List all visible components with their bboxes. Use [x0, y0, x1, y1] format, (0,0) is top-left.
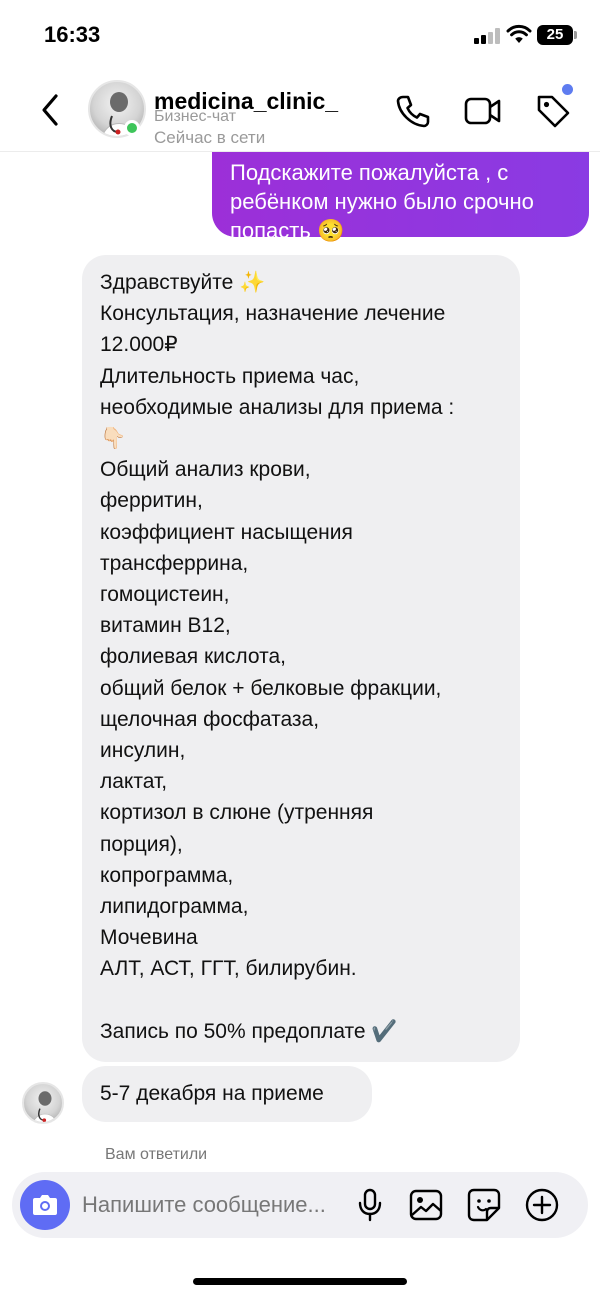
message-input[interactable]: Напишите сообщение... — [82, 1192, 326, 1218]
gallery-icon[interactable] — [408, 1187, 444, 1223]
incoming-message[interactable]: Здравствуйте ✨ Консультация, назначение … — [82, 255, 520, 1062]
microphone-icon[interactable] — [352, 1187, 388, 1223]
tag-icon[interactable] — [534, 92, 572, 130]
cellular-signal-icon — [474, 28, 500, 44]
plus-icon[interactable] — [524, 1187, 560, 1223]
incoming-message-short[interactable]: 5-7 декабря на приеме — [82, 1066, 372, 1122]
online-status-dot — [124, 120, 140, 136]
phone-icon[interactable] — [394, 92, 432, 130]
status-bar: 16:33 25 — [0, 0, 600, 70]
online-status-text: Сейчас в сети — [154, 128, 266, 147]
message-composer: Напишите сообщение... — [12, 1172, 588, 1238]
battery-indicator: 25 — [537, 25, 577, 45]
sender-avatar[interactable] — [22, 1082, 64, 1124]
back-chevron-icon[interactable] — [34, 90, 70, 130]
camera-button[interactable] — [20, 1180, 70, 1230]
replied-note: Вам ответили — [105, 1146, 208, 1163]
video-camera-icon[interactable] — [463, 92, 503, 130]
sticker-icon[interactable] — [466, 1187, 502, 1223]
notification-dot — [562, 84, 573, 95]
camera-icon — [33, 1195, 57, 1215]
wifi-icon — [506, 24, 532, 43]
chat-header: medicina_clinic_ Бизнес-чат Сейчас в сет… — [0, 70, 600, 152]
business-chat-label: Бизнес-чат — [154, 108, 237, 125]
home-indicator[interactable] — [193, 1278, 407, 1285]
status-time: 16:33 — [44, 22, 101, 47]
